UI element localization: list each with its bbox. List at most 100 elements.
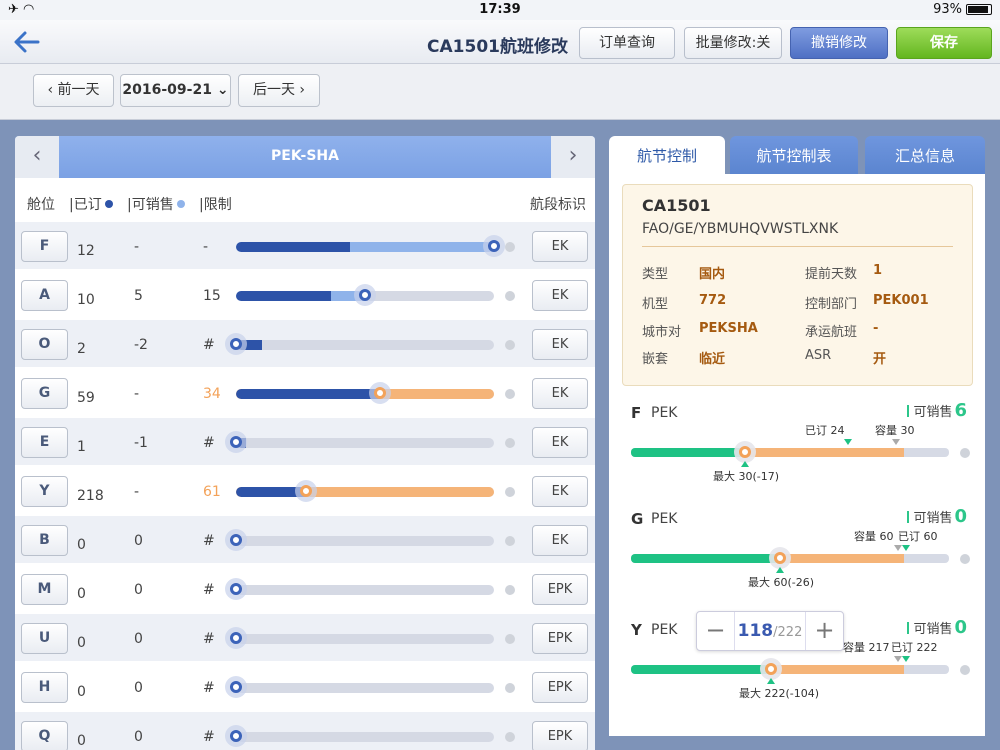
leg-capacity-fill bbox=[780, 554, 904, 563]
sellable-bar-icon bbox=[907, 511, 910, 523]
cabin-row: O 2 -2 # EK bbox=[15, 320, 595, 367]
date-select[interactable]: 2016-09-21 ⌄ bbox=[120, 74, 231, 107]
slider-handle[interactable] bbox=[225, 627, 247, 649]
flight-info-card: CA1501 FAO/GE/YBMUHQVWSTLXNK 类型 国内 提前天数 … bbox=[622, 184, 973, 386]
leg-slider-track[interactable] bbox=[631, 665, 949, 674]
booked-count: 0 bbox=[77, 635, 86, 651]
leg-slider-handle[interactable] bbox=[734, 441, 756, 463]
capacity-marker-label: 容量 60 bbox=[854, 530, 894, 543]
cabin-row: F 12 - - EK bbox=[15, 222, 595, 269]
leg-cabin: F bbox=[631, 404, 642, 422]
segment-tag-button[interactable]: EPK bbox=[532, 672, 588, 703]
minus-button[interactable]: − bbox=[697, 612, 735, 650]
cancel-edit-button[interactable]: 撤销修改 bbox=[790, 27, 888, 59]
leg-slider-end-dot bbox=[960, 665, 970, 675]
cabin-button[interactable]: F bbox=[21, 231, 68, 262]
segment-tag-button[interactable]: EK bbox=[532, 427, 588, 458]
seat-slider-track[interactable] bbox=[236, 683, 494, 693]
seat-slider-track[interactable] bbox=[236, 340, 494, 350]
segment-tag-button[interactable]: EPK bbox=[532, 623, 588, 654]
citypair-value: PEKSHA bbox=[699, 321, 758, 336]
cabin-button[interactable]: O bbox=[21, 329, 68, 360]
tab-leg-control-table[interactable]: 航节控制表 bbox=[730, 136, 858, 176]
segment-tag-button[interactable]: EK bbox=[532, 280, 588, 311]
leg-city: PEK bbox=[651, 405, 678, 421]
prev-day-button[interactable]: ‹ 前一天 bbox=[33, 74, 114, 107]
stepper-value-display[interactable]: 118/222 bbox=[735, 621, 805, 641]
cabin-row: A 10 5 15 EK bbox=[15, 271, 595, 318]
prev-route-button[interactable]: ‹ bbox=[15, 136, 59, 178]
segment-tag-button[interactable]: EPK bbox=[532, 721, 588, 750]
tab-summary[interactable]: 汇总信息 bbox=[865, 136, 985, 176]
status-bar: ✈ ◠ 17:39 93% bbox=[0, 0, 1000, 20]
segment-tag-button[interactable]: EK bbox=[532, 525, 588, 556]
cabin-button[interactable]: A bbox=[21, 280, 68, 311]
seat-slider-track[interactable] bbox=[236, 536, 494, 546]
cabin-button[interactable]: B bbox=[21, 525, 68, 556]
batch-edit-toggle[interactable]: 批量修改:关 bbox=[684, 27, 782, 59]
next-day-button[interactable]: 后一天 › bbox=[238, 74, 320, 107]
seat-slider-track[interactable] bbox=[236, 585, 494, 595]
back-arrow-icon[interactable] bbox=[12, 28, 42, 56]
sellable-indicator: 可销售 6 bbox=[907, 400, 967, 421]
booked-count: 0 bbox=[77, 684, 86, 700]
slider-handle[interactable] bbox=[225, 676, 247, 698]
limit-value: 34 bbox=[203, 386, 221, 402]
slider-handle[interactable] bbox=[295, 480, 317, 502]
segment-tag-button[interactable]: EK bbox=[532, 378, 588, 409]
slider-handle[interactable] bbox=[225, 725, 247, 747]
limit-value: 15 bbox=[203, 288, 221, 304]
booked-marker-label: 已订 24 bbox=[805, 424, 845, 437]
available-count: - bbox=[134, 386, 140, 402]
leg-slider-handle[interactable] bbox=[760, 658, 782, 680]
leg-capacity-fill bbox=[771, 665, 904, 674]
leg-slider-track[interactable] bbox=[631, 448, 949, 457]
segment-tag-button[interactable]: EPK bbox=[532, 574, 588, 605]
capacity-marker-label: 容量 30 bbox=[875, 424, 915, 437]
cabin-button[interactable]: Q bbox=[21, 721, 68, 750]
slider-handle[interactable] bbox=[225, 431, 247, 453]
cabin-button[interactable]: E bbox=[21, 427, 68, 458]
tab-leg-control[interactable]: 航节控制 bbox=[609, 136, 725, 176]
seat-slider-track[interactable] bbox=[236, 487, 494, 497]
seat-slider-track[interactable] bbox=[236, 438, 494, 448]
seat-slider-track[interactable] bbox=[236, 732, 494, 742]
leg-section: F PEK 可销售 6 已订 24 容量 30 最大 30(-17) bbox=[609, 400, 985, 514]
next-route-button[interactable]: › bbox=[551, 136, 595, 178]
limit-value: # bbox=[203, 337, 215, 353]
slider-handle[interactable] bbox=[225, 578, 247, 600]
segment-tag-button[interactable]: EK bbox=[532, 329, 588, 360]
slider-handle[interactable] bbox=[225, 529, 247, 551]
plus-button[interactable]: + bbox=[805, 612, 843, 650]
seat-slider-track[interactable] bbox=[236, 389, 494, 399]
booked-fill bbox=[236, 291, 331, 301]
slider-handle[interactable] bbox=[369, 382, 391, 404]
available-count: 0 bbox=[134, 631, 143, 647]
segment-tag-button[interactable]: EK bbox=[532, 231, 588, 262]
sellable-label: 可销售 bbox=[913, 405, 953, 420]
leg-slider-handle[interactable] bbox=[769, 547, 791, 569]
chevron-right-icon: › bbox=[294, 82, 306, 98]
available-count: 0 bbox=[134, 582, 143, 598]
capacity-marker-icon bbox=[894, 545, 902, 551]
seat-slider-track[interactable] bbox=[236, 242, 494, 252]
sellable-bar-icon bbox=[907, 405, 910, 417]
cabin-button[interactable]: H bbox=[21, 672, 68, 703]
leg-city: PEK bbox=[651, 622, 678, 638]
cabin-button[interactable]: U bbox=[21, 623, 68, 654]
slider-handle[interactable] bbox=[354, 284, 376, 306]
order-query-button[interactable]: 订单查询 bbox=[579, 27, 675, 59]
cabin-button[interactable]: M bbox=[21, 574, 68, 605]
booked-marker-label: 已订 60 bbox=[898, 530, 938, 543]
cabin-button[interactable]: G bbox=[21, 378, 68, 409]
divider bbox=[642, 246, 953, 247]
sellable-label: 可销售 bbox=[913, 622, 953, 637]
slider-handle[interactable] bbox=[483, 235, 505, 257]
slider-handle[interactable] bbox=[225, 333, 247, 355]
segment-tag-button[interactable]: EK bbox=[532, 476, 588, 507]
stepper-value: 118 bbox=[737, 621, 774, 641]
seat-slider-track[interactable] bbox=[236, 634, 494, 644]
save-button[interactable]: 保存 bbox=[896, 27, 992, 59]
booked-count: 2 bbox=[77, 341, 86, 357]
cabin-button[interactable]: Y bbox=[21, 476, 68, 507]
